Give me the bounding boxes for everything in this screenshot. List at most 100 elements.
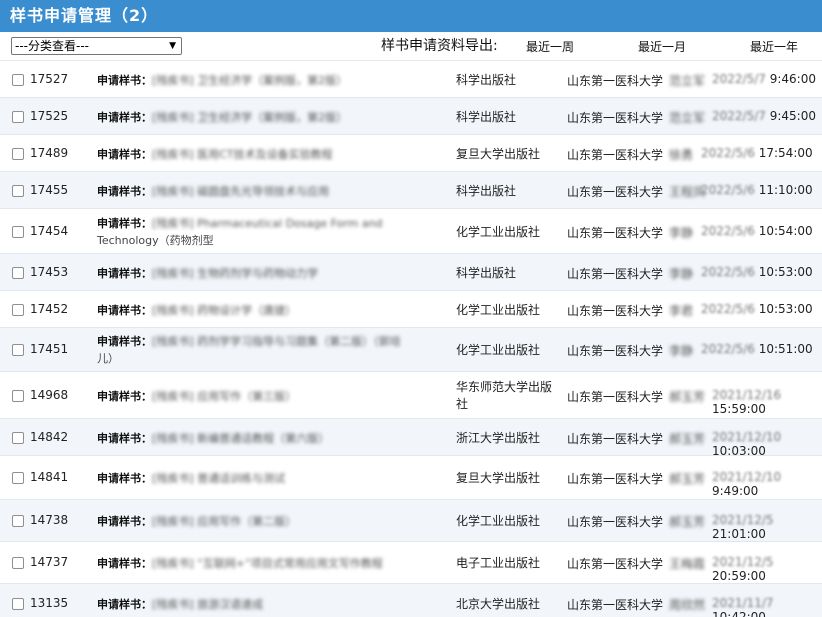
- application-id: 17489: [30, 146, 69, 160]
- table-row: 14968 申请样书：[残疾书] 应用写作（第三版） 华东师范大学出版社 山东第一医科…: [0, 371, 822, 418]
- request-title[interactable]: 申请样书：[残疾书] “互联网+”项目式常用应用文写作教程: [97, 555, 442, 572]
- request-date: 2022/5/7: [712, 109, 766, 123]
- request-datetime: 2022/5/6 11:10:00: [701, 183, 813, 197]
- book-title: [残疾书] 卫生经济学（案例版，第2版）: [152, 74, 348, 87]
- request-time: 15:59:00: [712, 402, 766, 416]
- export-last-year-link[interactable]: 最近一年: [750, 38, 798, 55]
- request-date: 2021/11/7: [712, 596, 774, 610]
- request-date: 2022/5/7: [712, 72, 766, 86]
- request-title[interactable]: 申请样书：[残疾书] 应用写作（第二版）: [97, 513, 442, 530]
- publisher: 科学出版社: [456, 110, 517, 124]
- row-checkbox[interactable]: [12, 74, 24, 86]
- request-date: 2022/5/6: [701, 302, 755, 316]
- applicant-name: 范立军: [669, 74, 706, 88]
- request-title[interactable]: 申请样书：[残疾书] 卫生经济学（案例版，第2版）: [97, 109, 442, 126]
- request-label: 申请样书：: [97, 432, 152, 445]
- request-datetime: 2021/12/10 9:49:00: [712, 470, 822, 498]
- row-checkbox[interactable]: [12, 515, 24, 527]
- export-last-month-link[interactable]: 最近一月: [638, 38, 686, 55]
- applicant-name: 李静: [669, 267, 694, 281]
- school: 山东第一医科大学: [567, 598, 664, 612]
- school: 山东第一医科大学: [567, 74, 664, 88]
- request-label: 申请样书：: [97, 557, 152, 570]
- application-id: 14968: [30, 388, 69, 402]
- request-date: 2021/12/16: [712, 388, 782, 402]
- request-datetime: 2021/11/7 10:42:00: [712, 596, 822, 617]
- applicant-name: 郝玉芳: [669, 515, 706, 529]
- row-checkbox[interactable]: [12, 148, 24, 160]
- book-title: [残疾书] 应用写作（第三版）: [152, 390, 297, 403]
- applicant-name: 徐勇: [669, 148, 694, 162]
- export-label: 样书申请资料导出:: [381, 38, 498, 54]
- school: 山东第一医科大学: [567, 226, 664, 240]
- book-title: [残疾书] 药物设计学（唐捷）: [152, 304, 297, 317]
- book-title: [残疾书] Pharmaceutical Dosage Form and: [152, 217, 383, 230]
- applicant-name: 郝玉芳: [669, 472, 706, 486]
- request-label: 申请样书：: [97, 335, 152, 348]
- request-title[interactable]: 申请样书：[残疾书] 药剂学学习指导与习题集（第二版）（郭培 儿）: [97, 333, 442, 367]
- row-checkbox[interactable]: [12, 111, 24, 123]
- request-title[interactable]: 申请样书：[残疾书] 磁圆盘先光导领技术与应用: [97, 183, 442, 200]
- book-title: [残疾书] 医用CT技术及设备实验教程: [152, 148, 333, 161]
- request-title[interactable]: 申请样书：[残疾书] 医用CT技术及设备实验教程: [97, 146, 442, 163]
- request-date: 2022/5/6: [701, 265, 755, 279]
- request-date: 2021/12/5: [712, 555, 774, 569]
- request-title[interactable]: 申请样书：[残疾书] 卫生经济学（案例版，第2版）: [97, 72, 442, 89]
- applicant-name: 李君: [669, 304, 694, 318]
- request-date: 2022/5/6: [701, 342, 755, 356]
- request-datetime: 2022/5/6 10:51:00: [701, 342, 813, 356]
- category-select[interactable]: ---分类查看--- ▼: [11, 37, 182, 55]
- publisher: 化学工业出版社: [456, 343, 541, 357]
- row-checkbox[interactable]: [12, 304, 24, 316]
- application-id: 13135: [30, 596, 69, 610]
- request-title[interactable]: 申请样书：[残疾书] Pharmaceutical Dosage Form an…: [97, 215, 442, 249]
- table-row: 17489 申请样书：[残疾书] 医用CT技术及设备实验教程 复旦大学出版社 山东第一…: [0, 134, 822, 171]
- request-title[interactable]: 申请样书：[残疾书] 应用写作（第三版）: [97, 388, 442, 405]
- applicant-name: 王梅霞: [669, 557, 706, 571]
- request-label: 申请样书：: [97, 185, 152, 198]
- publisher: 华东师范大学出版社: [456, 380, 553, 411]
- table-row: 14841 申请样书：[残疾书] 普通话训练与测试 复旦大学出版社 山东第一医科大学郝…: [0, 455, 822, 499]
- book-title: [残疾书] “互联网+”项目式常用应用文写作教程: [152, 557, 383, 570]
- request-date: 2021/12/5: [712, 513, 774, 527]
- school: 山东第一医科大学: [567, 304, 664, 318]
- applicant-name: 范立军: [669, 111, 706, 125]
- row-checkbox[interactable]: [12, 390, 24, 402]
- request-datetime: 2022/5/6 10:53:00: [701, 302, 813, 316]
- request-label: 申请样书：: [97, 148, 152, 161]
- request-title[interactable]: 申请样书：[残疾书] 旅游汉语速成: [97, 596, 442, 613]
- book-title-tail: 儿）: [97, 352, 119, 365]
- applicant-name: 周欣然: [669, 598, 706, 612]
- request-date: 2021/12/10: [712, 430, 782, 444]
- school: 山东第一医科大学: [567, 472, 664, 486]
- row-checkbox[interactable]: [12, 598, 24, 610]
- table-row: 14842 申请样书：[残疾书] 新编普通话教程（第六版） 浙江大学出版社 山东第一医…: [0, 418, 822, 458]
- row-checkbox[interactable]: [12, 432, 24, 444]
- request-title[interactable]: 申请样书：[残疾书] 生物药剂学与药物动力学: [97, 265, 442, 282]
- table-row: 17525 申请样书：[残疾书] 卫生经济学（案例版，第2版） 科学出版社 山东第一医…: [0, 97, 822, 134]
- application-id: 14841: [30, 470, 69, 484]
- table-row: 14737 申请样书：[残疾书] “互联网+”项目式常用应用文写作教程 电子工业出版…: [0, 541, 822, 583]
- application-id: 17454: [30, 224, 69, 238]
- book-title: [残疾书] 生物药剂学与药物动力学: [152, 267, 319, 280]
- request-time: 10:51:00: [758, 342, 813, 356]
- row-checkbox[interactable]: [12, 557, 24, 569]
- application-id: 14737: [30, 555, 69, 569]
- row-checkbox[interactable]: [12, 267, 24, 279]
- request-title[interactable]: 申请样书：[残疾书] 普通话训练与测试: [97, 470, 442, 487]
- request-label: 申请样书：: [97, 267, 152, 280]
- publisher: 浙江大学出版社: [456, 431, 541, 445]
- row-checkbox[interactable]: [12, 344, 24, 356]
- row-checkbox[interactable]: [12, 226, 24, 238]
- request-time: 20:59:00: [712, 569, 766, 583]
- export-last-week-link[interactable]: 最近一周: [526, 38, 574, 55]
- chevron-down-icon: ▼: [169, 41, 176, 51]
- school: 山东第一医科大学: [567, 515, 664, 529]
- request-title[interactable]: 申请样书：[残疾书] 新编普通话教程（第六版）: [97, 430, 442, 447]
- row-checkbox[interactable]: [12, 472, 24, 484]
- book-title: [残疾书] 磁圆盘先光导领技术与应用: [152, 185, 330, 198]
- request-label: 申请样书：: [97, 111, 152, 124]
- row-checkbox[interactable]: [12, 185, 24, 197]
- publisher: 复旦大学出版社: [456, 471, 541, 485]
- request-title[interactable]: 申请样书：[残疾书] 药物设计学（唐捷）: [97, 302, 442, 319]
